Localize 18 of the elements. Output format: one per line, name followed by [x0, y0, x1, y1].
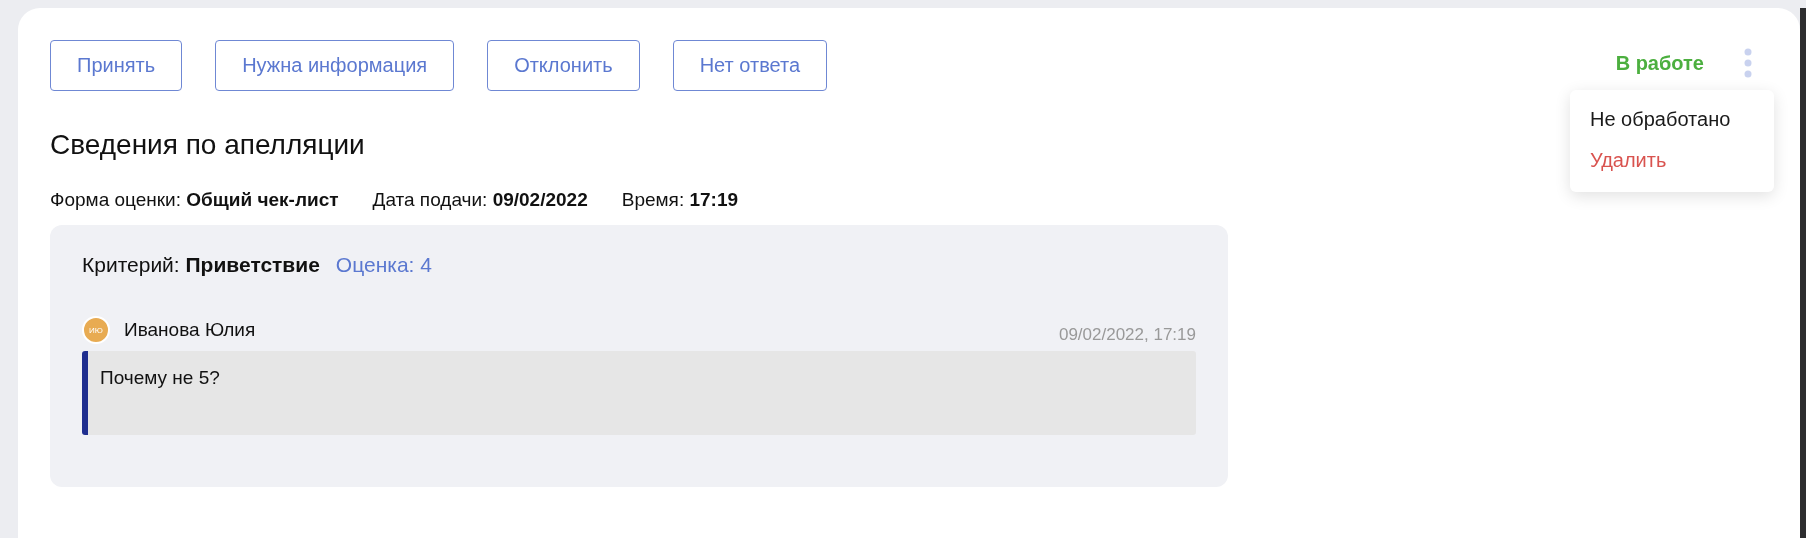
more-icon[interactable] [1744, 48, 1752, 78]
criterion-text: Критерий: Приветствие [82, 253, 320, 277]
status-label: В работе [1615, 51, 1704, 75]
action-button[interactable]: Нужна информация [215, 40, 455, 91]
meta-text: Дата подачи: 09/02/2022 [372, 189, 588, 211]
action-button[interactable]: Нет ответа [672, 40, 828, 91]
avatar: ИЮ [82, 316, 110, 344]
meta-text: Время: 17:19 [621, 189, 739, 211]
action-button[interactable]: Отклонить [487, 40, 640, 91]
menu-item[interactable]: Удалить [1570, 143, 1774, 184]
author-name: Иванова Юлия [124, 319, 256, 341]
action-button[interactable]: Принять [50, 40, 183, 91]
section-title: Сведения по апелляции [50, 129, 366, 161]
comment-time: 09/02/2022, 17:19 [1058, 324, 1196, 345]
meta-text: Форма оценки: Общий чек-лист [50, 189, 339, 211]
menu-item[interactable]: Не обработано [1570, 102, 1774, 143]
comment-text: Почему не 5? [100, 367, 220, 388]
score-text: Оценка: 4 [335, 253, 432, 277]
